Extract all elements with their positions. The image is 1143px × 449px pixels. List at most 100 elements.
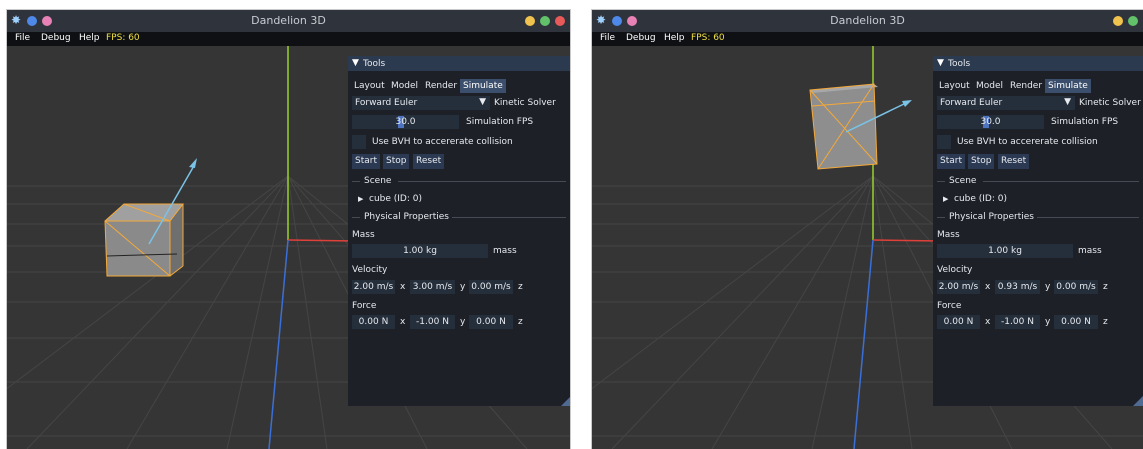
simulation-fps-label: Simulation FPS (466, 117, 534, 127)
mass-input[interactable]: 1.00 kg (937, 244, 1073, 258)
start-button[interactable]: Start (352, 154, 380, 169)
mass-label: Mass (937, 230, 960, 240)
bvh-label: Use BVH to accererate collision (372, 137, 513, 147)
simulation-fps-value: 30.0 (980, 117, 1001, 127)
axis-z-line (268, 239, 289, 449)
scene-item-cube[interactable]: cube (ID: 0) (954, 194, 1007, 204)
title-bar[interactable]: ✸ Dandelion 3D (7, 10, 570, 32)
solver-label: Kinetic Solver (1079, 98, 1141, 108)
maximize-button[interactable] (540, 16, 550, 26)
force-x-axis: x (985, 317, 991, 327)
divider (937, 181, 945, 182)
bvh-checkbox[interactable] (937, 135, 951, 149)
reset-button[interactable]: Reset (413, 154, 445, 169)
tab-model[interactable]: Model (388, 79, 421, 93)
velocity-label: Velocity (352, 265, 388, 275)
scene-item-cube[interactable]: cube (ID: 0) (369, 194, 422, 204)
physical-properties-label: Physical Properties (364, 212, 449, 222)
tools-panel-header[interactable]: ▼ Tools (348, 56, 570, 71)
simulation-fps-slider[interactable]: 30.0 (352, 115, 459, 129)
app-window-right: ✸ Dandelion 3D File Debug Help FPS: 60 ▼… (592, 10, 1143, 449)
collapse-triangle-icon[interactable]: ▼ (937, 58, 944, 68)
force-y-input[interactable]: -1.00 N (995, 315, 1040, 329)
force-x-input[interactable]: 0.00 N (937, 315, 980, 329)
collapse-triangle-icon[interactable]: ▼ (352, 58, 359, 68)
expand-arrow-icon[interactable]: ▶ (358, 195, 363, 203)
simulation-fps-value: 30.0 (395, 117, 416, 127)
solver-label: Kinetic Solver (494, 98, 556, 108)
force-z-input[interactable]: 0.00 N (469, 315, 513, 329)
cube-object[interactable] (809, 83, 878, 170)
tab-simulate[interactable]: Simulate (460, 79, 506, 93)
tab-model[interactable]: Model (973, 79, 1006, 93)
mass-input[interactable]: 1.00 kg (352, 244, 488, 258)
velocity-y-axis: y (460, 282, 466, 292)
stop-button[interactable]: Stop (968, 154, 995, 169)
tab-simulate[interactable]: Simulate (1045, 79, 1091, 93)
menu-help[interactable]: Help (79, 33, 100, 43)
velocity-z-axis: z (518, 282, 523, 292)
fps-readout: FPS: 60 (691, 33, 725, 43)
scene-section-label: Scene (364, 176, 392, 186)
bvh-checkbox[interactable] (352, 135, 366, 149)
solver-select[interactable]: Forward Euler ▼ (937, 96, 1075, 110)
cube-object[interactable] (104, 203, 185, 277)
reset-button[interactable]: Reset (998, 154, 1030, 169)
force-z-input[interactable]: 0.00 N (1054, 315, 1098, 329)
force-y-axis: y (460, 317, 466, 327)
menu-file[interactable]: File (600, 33, 615, 43)
mass-unit-label: mass (1078, 246, 1102, 256)
stop-button[interactable]: Stop (383, 154, 410, 169)
minimize-button[interactable] (1113, 16, 1123, 26)
tab-layout[interactable]: Layout (936, 79, 973, 93)
force-y-input[interactable]: -1.00 N (410, 315, 455, 329)
solver-select-value: Forward Euler (940, 98, 1003, 108)
maximize-button[interactable] (1128, 16, 1138, 26)
force-label: Force (937, 301, 962, 311)
simulation-fps-slider[interactable]: 30.0 (937, 115, 1044, 129)
divider (983, 181, 1139, 182)
close-button[interactable] (555, 16, 565, 26)
divider (352, 217, 360, 218)
velocity-z-input[interactable]: 0.00 m/s (1054, 280, 1098, 294)
menu-debug[interactable]: Debug (41, 33, 71, 43)
menu-debug[interactable]: Debug (626, 33, 656, 43)
tab-layout[interactable]: Layout (351, 79, 388, 93)
resize-grip[interactable] (1133, 396, 1143, 406)
velocity-z-input[interactable]: 0.00 m/s (469, 280, 513, 294)
menu-file[interactable]: File (15, 33, 30, 43)
velocity-arrow-head (189, 158, 197, 168)
force-x-input[interactable]: 0.00 N (352, 315, 395, 329)
dropdown-arrow-icon[interactable]: ▼ (479, 97, 486, 107)
tools-panel-title: Tools (363, 59, 386, 69)
tab-render[interactable]: Render (1007, 79, 1045, 93)
force-x-axis: x (400, 317, 406, 327)
tools-panel[interactable]: ▼ Tools Layout Model Render Simulate For… (348, 56, 570, 406)
bvh-label: Use BVH to accererate collision (957, 137, 1098, 147)
velocity-label: Velocity (937, 265, 973, 275)
dropdown-arrow-icon[interactable]: ▼ (1064, 97, 1071, 107)
minimize-button[interactable] (525, 16, 535, 26)
resize-grip[interactable] (561, 396, 570, 406)
velocity-y-axis: y (1045, 282, 1051, 292)
velocity-y-input[interactable]: 3.00 m/s (410, 280, 455, 294)
start-button[interactable]: Start (937, 154, 965, 169)
force-y-axis: y (1045, 317, 1051, 327)
velocity-y-input[interactable]: 0.93 m/s (995, 280, 1040, 294)
force-z-axis: z (1103, 317, 1108, 327)
velocity-z-axis: z (1103, 282, 1108, 292)
tools-panel-header[interactable]: ▼ Tools (933, 56, 1143, 71)
tools-panel[interactable]: ▼ Tools Layout Model Render Simulate For… (933, 56, 1143, 406)
mass-label: Mass (352, 230, 375, 240)
app-window-left: ✸ Dandelion 3D File Debug Help FPS: 60 ▼… (7, 10, 570, 449)
solver-select-value: Forward Euler (355, 98, 418, 108)
scene-section-label: Scene (949, 176, 977, 186)
tools-panel-title: Tools (948, 59, 971, 69)
velocity-x-input[interactable]: 2.00 m/s (352, 280, 395, 294)
solver-select[interactable]: Forward Euler ▼ (352, 96, 490, 110)
title-bar[interactable]: ✸ Dandelion 3D (592, 10, 1143, 32)
menu-help[interactable]: Help (664, 33, 685, 43)
tab-render[interactable]: Render (422, 79, 460, 93)
velocity-x-input[interactable]: 2.00 m/s (937, 280, 980, 294)
expand-arrow-icon[interactable]: ▶ (943, 195, 948, 203)
